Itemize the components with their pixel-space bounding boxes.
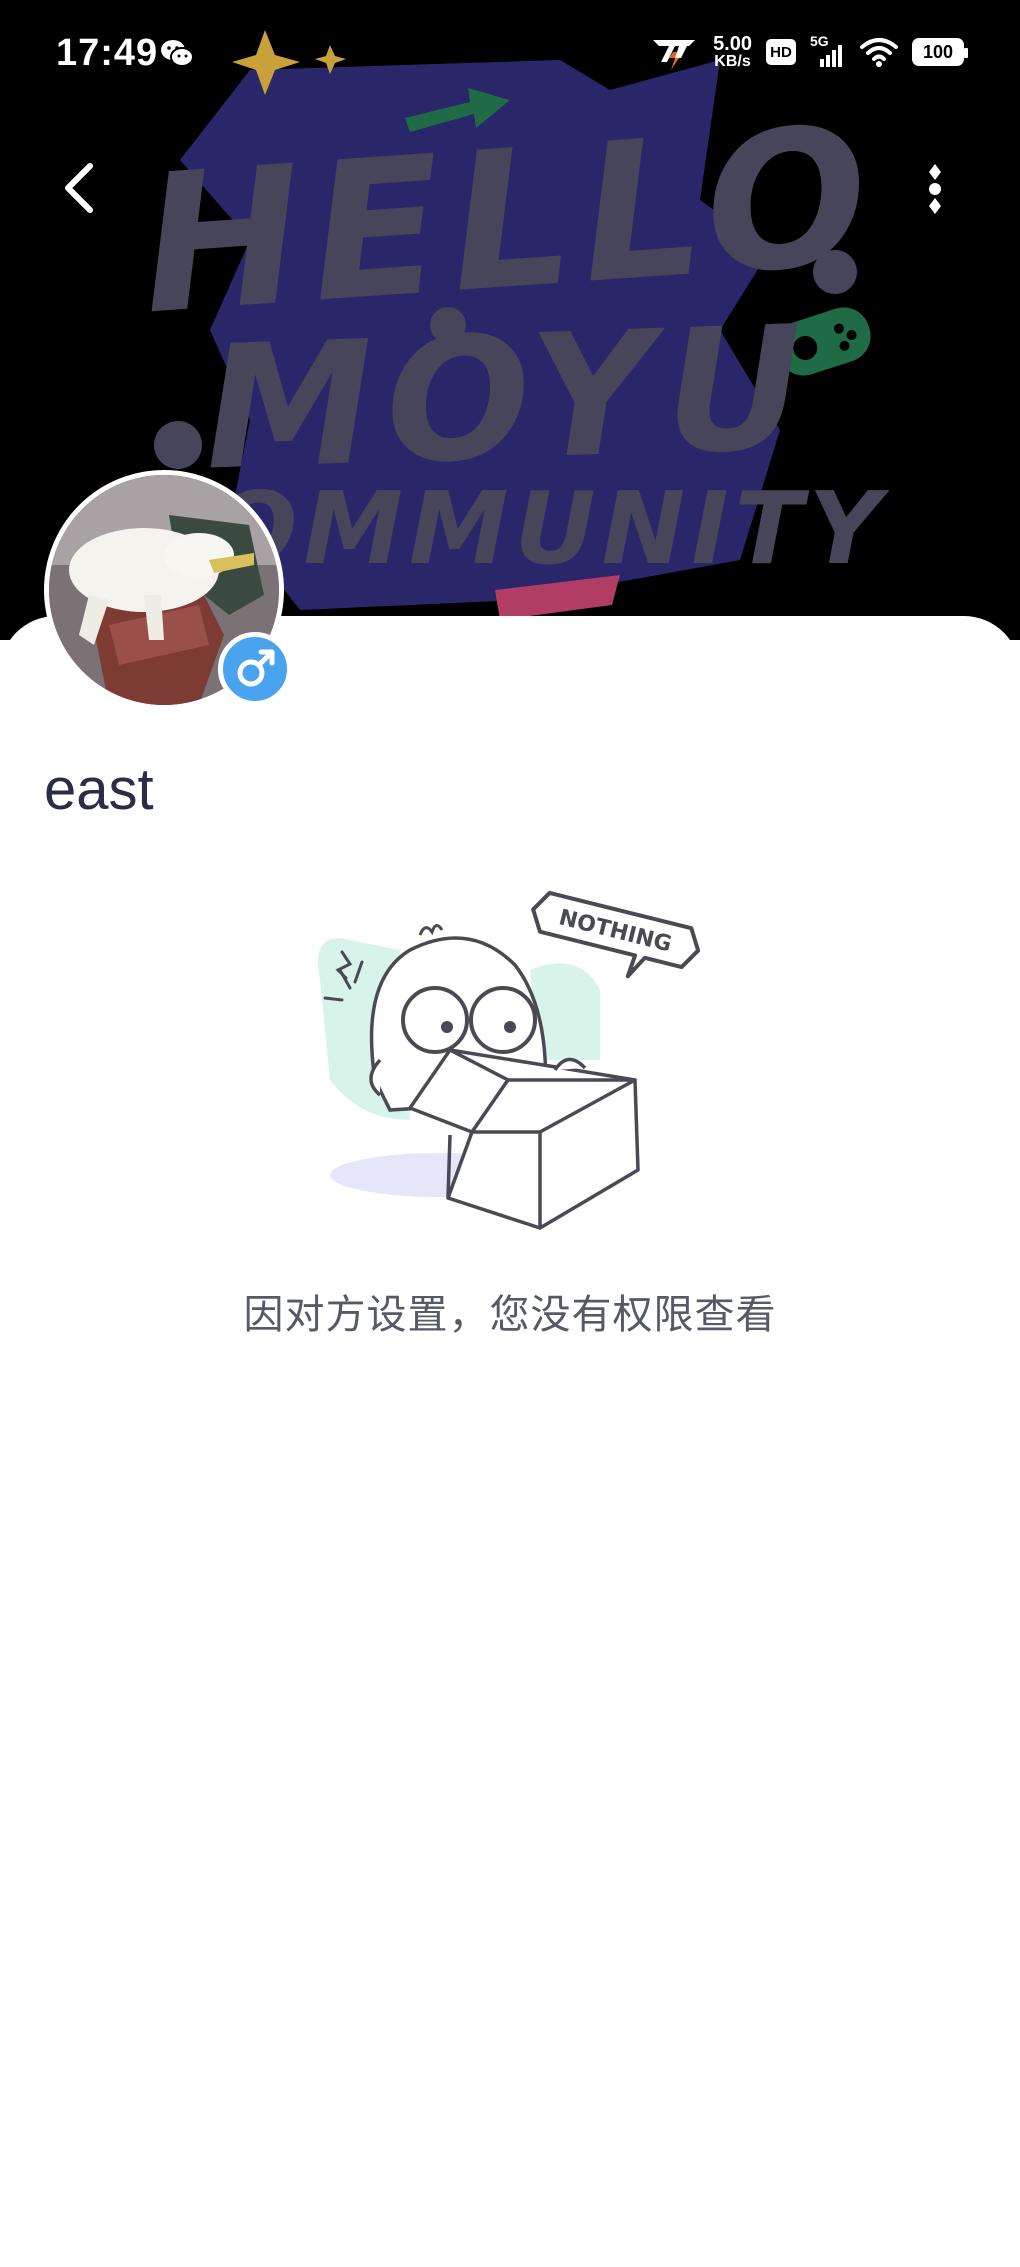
empty-state-illustration: NOTHING	[318, 890, 701, 1230]
net-speed: 5.00 KB/s	[713, 34, 752, 70]
wifi-icon	[860, 38, 898, 67]
gender-badge	[218, 632, 292, 706]
hd-icon: HD	[766, 39, 796, 65]
male-icon	[237, 649, 275, 687]
empty-state-message: 因对方设置，您没有权限查看	[243, 1292, 777, 1338]
battery-icon: 100	[912, 38, 968, 66]
chevron-left-icon	[65, 163, 93, 213]
status-bar: 17:49 5.00 KB/s HD 5G 100	[0, 0, 1020, 110]
profile-card	[0, 616, 1020, 2267]
wechat-icon	[161, 40, 194, 67]
signal-icon: 5G	[810, 33, 846, 69]
username: east	[44, 757, 154, 822]
status-icons: 5.00 KB/s HD 5G 100	[649, 32, 968, 72]
net-speed-value: 5.00	[713, 33, 752, 55]
more-vertical-icon	[929, 164, 941, 214]
speed-app-icon	[653, 40, 696, 70]
status-time: 17:49	[56, 32, 159, 74]
net-speed-unit: KB/s	[714, 53, 751, 70]
back-button[interactable]	[58, 158, 108, 218]
more-options-button[interactable]	[915, 160, 955, 216]
